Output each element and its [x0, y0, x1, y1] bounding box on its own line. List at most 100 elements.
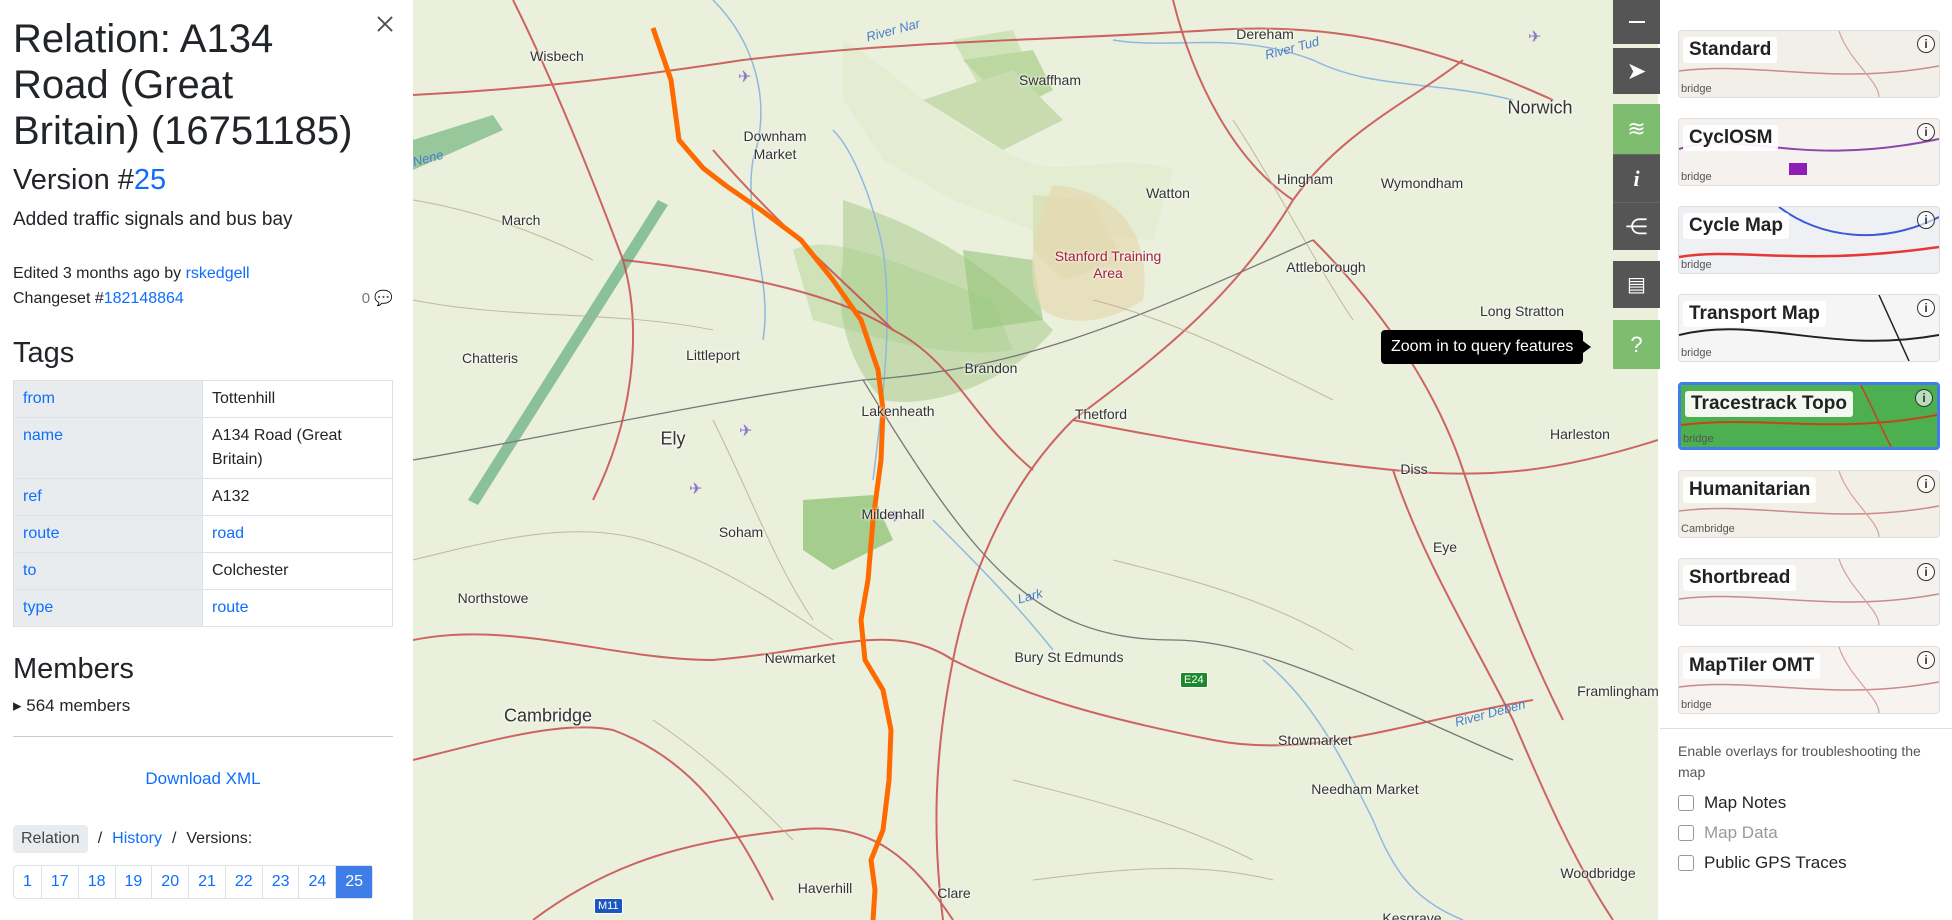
checkbox: [1678, 825, 1694, 841]
members-toggle[interactable]: ▸ 564 members: [13, 696, 393, 716]
version-page-20[interactable]: 20: [152, 866, 190, 898]
overlay-label: Map Data: [1704, 823, 1778, 842]
layer-thumb-label: bridge: [1683, 433, 1714, 445]
notes-button[interactable]: ▤: [1613, 261, 1660, 308]
version-page-25[interactable]: 25: [336, 866, 373, 898]
place-label: Needham Market: [1311, 781, 1419, 797]
place-label: Long Stratton: [1479, 303, 1565, 319]
svg-text:✈: ✈: [1528, 29, 1541, 46]
version-page-23[interactable]: 23: [263, 866, 300, 898]
query-features-button[interactable]: ?: [1613, 320, 1660, 369]
tag-key[interactable]: from: [13, 380, 203, 418]
download-xml-link[interactable]: Download XML: [145, 769, 260, 788]
tag-key[interactable]: ref: [13, 478, 203, 516]
version-nav: Relation / History / Versions:: [13, 825, 393, 853]
overlay-checkbox-row[interactable]: Map Notes: [1678, 793, 1940, 813]
info-icon[interactable]: i: [1917, 35, 1935, 53]
divider: [13, 736, 393, 737]
version-page-17[interactable]: 17: [42, 866, 79, 898]
tag-key[interactable]: to: [13, 552, 203, 590]
layer-thumb-label: bridge: [1681, 699, 1712, 711]
tag-value: A134 Road (Great Britain): [202, 417, 393, 479]
version-page-24[interactable]: 24: [299, 866, 337, 898]
place-label: Chatteris: [461, 350, 519, 366]
layer-name: MapTiler OMT: [1683, 653, 1821, 679]
tag-value[interactable]: road: [202, 515, 393, 553]
place-label: Downham: [743, 128, 807, 144]
editor-link[interactable]: rskedgell: [186, 265, 250, 282]
version-page-22[interactable]: 22: [226, 866, 263, 898]
tag-key[interactable]: route: [13, 515, 203, 553]
checkbox[interactable]: [1678, 855, 1694, 871]
location-arrow-icon: ➤: [1626, 57, 1647, 85]
overlay-label: Public GPS Traces: [1704, 853, 1847, 872]
info-icon[interactable]: i: [1917, 475, 1935, 493]
history-link[interactable]: History: [112, 830, 162, 848]
tags-table: from Tottenhill name A134 Road (Great Bri…: [13, 380, 393, 627]
version-page-18[interactable]: 18: [79, 866, 116, 898]
place-label: Kesgrave: [1382, 910, 1442, 920]
share-icon: ⋲: [1625, 213, 1648, 239]
relation-pill: Relation: [13, 825, 88, 853]
layer-option[interactable]: Humanitarian i Cambridge: [1678, 470, 1940, 538]
info-icon[interactable]: i: [1917, 211, 1935, 229]
layer-name: Standard: [1683, 37, 1778, 63]
layer-option[interactable]: Standard i bridge: [1678, 30, 1940, 98]
layers-button[interactable]: ≋: [1613, 104, 1660, 154]
overlay-checkbox-row[interactable]: Public GPS Traces: [1678, 853, 1940, 873]
layer-option[interactable]: Tracestrack Topo i bridge: [1678, 382, 1940, 450]
locate-button[interactable]: ➤: [1613, 48, 1660, 94]
layer-option[interactable]: Shortbread i: [1678, 558, 1940, 626]
tag-value: Colchester: [202, 552, 393, 590]
layer-option[interactable]: CyclOSM i bridge: [1678, 118, 1940, 186]
place-label: Littleport: [686, 347, 740, 363]
info-icon[interactable]: i: [1917, 123, 1935, 141]
map-canvas: ✈✈✈✈✈: [413, 0, 1658, 920]
map-key-button[interactable]: i: [1613, 154, 1660, 202]
layer-name: Transport Map: [1683, 301, 1826, 327]
place-label: Market: [753, 146, 797, 162]
close-icon[interactable]: [373, 12, 397, 36]
layer-thumb-label: bridge: [1681, 83, 1712, 95]
version-pager: 1 17 18 19 20 21 22 23 24 25: [13, 865, 374, 899]
tag-key[interactable]: name: [13, 417, 203, 479]
place-label: Wisbech: [530, 48, 584, 64]
tags-heading: Tags: [13, 337, 75, 369]
place-label: Ely: [660, 428, 686, 449]
map-view[interactable]: ✈ ✈ ✈ ✈ ✈ Wisbech Swaffham Dereham Norwich Downh…: [413, 0, 1658, 920]
place-label: Woodbridge: [1560, 865, 1636, 881]
layer-option[interactable]: MapTiler OMT i bridge: [1678, 646, 1940, 714]
changeset-link[interactable]: 182148864: [104, 290, 184, 307]
layer-option[interactable]: Cycle Map i bridge: [1678, 206, 1940, 274]
info-icon[interactable]: i: [1917, 299, 1935, 317]
place-label: Lakenheath: [861, 403, 935, 419]
checkbox[interactable]: [1678, 795, 1694, 811]
version-page-21[interactable]: 21: [189, 866, 226, 898]
place-label: Clare: [937, 885, 971, 901]
tag-row: from Tottenhill: [13, 380, 393, 418]
info-icon[interactable]: i: [1917, 651, 1935, 669]
tag-key[interactable]: type: [13, 589, 203, 627]
place-label: Swaffham: [1019, 72, 1081, 88]
layer-name: Cycle Map: [1683, 213, 1789, 239]
info-icon[interactable]: i: [1915, 389, 1933, 407]
place-label: Stowmarket: [1278, 732, 1352, 748]
zoom-out-button[interactable]: [1613, 0, 1660, 44]
overlays-title: Enable overlays for troubleshooting the …: [1678, 743, 1921, 780]
tag-value[interactable]: route: [202, 589, 393, 627]
version-link[interactable]: 25: [134, 164, 166, 196]
share-button[interactable]: ⋲: [1613, 202, 1660, 250]
place-label: Dereham: [1236, 26, 1294, 42]
layer-thumb-label: Cambridge: [1681, 523, 1735, 535]
version-page-19[interactable]: 19: [116, 866, 153, 898]
overlay-list: Map Notes Map Data Public GPS Traces: [1678, 793, 1940, 873]
place-label: Soham: [718, 524, 764, 540]
nav-slash: /: [97, 830, 103, 847]
place-label: Haverhill: [797, 880, 853, 896]
changeset-comment: Added traffic signals and bus bay: [13, 209, 293, 230]
version-page-1[interactable]: 1: [14, 866, 42, 898]
comments-count-value: 0: [361, 290, 371, 307]
tag-value: A132: [202, 478, 393, 516]
layer-option[interactable]: Transport Map i bridge: [1678, 294, 1940, 362]
info-icon[interactable]: i: [1917, 563, 1935, 581]
